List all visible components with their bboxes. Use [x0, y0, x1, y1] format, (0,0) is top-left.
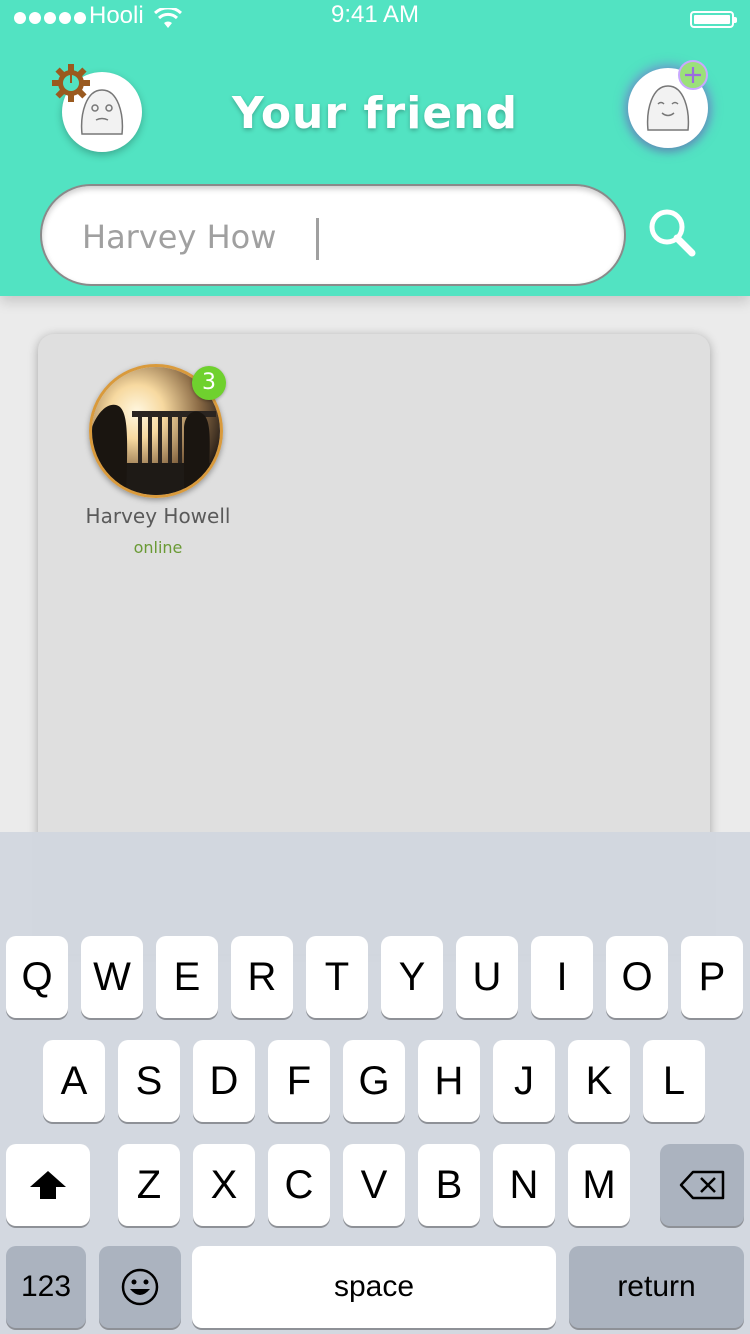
- key-q[interactable]: Q: [6, 936, 68, 1018]
- key-r[interactable]: R: [231, 936, 293, 1018]
- key-d[interactable]: D: [193, 1040, 255, 1122]
- key-x[interactable]: X: [193, 1144, 255, 1226]
- key-y[interactable]: Y: [381, 936, 443, 1018]
- key-e[interactable]: E: [156, 936, 218, 1018]
- key-u[interactable]: U: [456, 936, 518, 1018]
- emoji-key[interactable]: [99, 1246, 181, 1328]
- search-icon[interactable]: [644, 204, 700, 260]
- key-v[interactable]: V: [343, 1144, 405, 1226]
- key-w[interactable]: W: [81, 936, 143, 1018]
- key-k[interactable]: K: [568, 1040, 630, 1122]
- key-t[interactable]: T: [306, 936, 368, 1018]
- shift-key[interactable]: [6, 1144, 90, 1226]
- key-z[interactable]: Z: [118, 1144, 180, 1226]
- screen: Hooli 9:41 AM Your friend Harvey How 3 H…: [0, 0, 750, 1334]
- key-h[interactable]: H: [418, 1040, 480, 1122]
- text-caret: [316, 218, 319, 260]
- friend-name: Harvey Howell: [85, 504, 231, 528]
- battery-icon: [690, 11, 737, 28]
- header: Hooli 9:41 AM Your friend Harvey How: [0, 0, 750, 296]
- key-m[interactable]: M: [568, 1144, 630, 1226]
- key-p[interactable]: P: [681, 936, 743, 1018]
- unread-count-badge: 3: [192, 366, 226, 400]
- return-key[interactable]: return: [569, 1246, 744, 1328]
- key-o[interactable]: O: [606, 936, 668, 1018]
- key-c[interactable]: C: [268, 1144, 330, 1226]
- key-s[interactable]: S: [118, 1040, 180, 1122]
- search-field[interactable]: [40, 184, 626, 286]
- key-b[interactable]: B: [418, 1144, 480, 1226]
- key-g[interactable]: G: [343, 1040, 405, 1122]
- backspace-icon: [679, 1170, 725, 1200]
- clock: 9:41 AM: [330, 1, 420, 28]
- numbers-key[interactable]: 123: [6, 1246, 86, 1328]
- plus-icon[interactable]: [678, 60, 708, 90]
- emoji-icon: [121, 1268, 159, 1306]
- key-j[interactable]: J: [493, 1040, 555, 1122]
- key-l[interactable]: L: [643, 1040, 705, 1122]
- shift-icon: [30, 1171, 66, 1199]
- friend-status: online: [133, 538, 183, 557]
- keyboard: Q W E R T Y U I O P A S D F G H J K L Z …: [0, 832, 750, 1334]
- status-bar: Hooli 9:41 AM: [0, 0, 750, 40]
- key-n[interactable]: N: [493, 1144, 555, 1226]
- delete-key[interactable]: [660, 1144, 744, 1226]
- key-i[interactable]: I: [531, 936, 593, 1018]
- search-input[interactable]: [82, 212, 582, 262]
- space-key[interactable]: space: [192, 1246, 556, 1328]
- key-a[interactable]: A: [43, 1040, 105, 1122]
- key-f[interactable]: F: [268, 1040, 330, 1122]
